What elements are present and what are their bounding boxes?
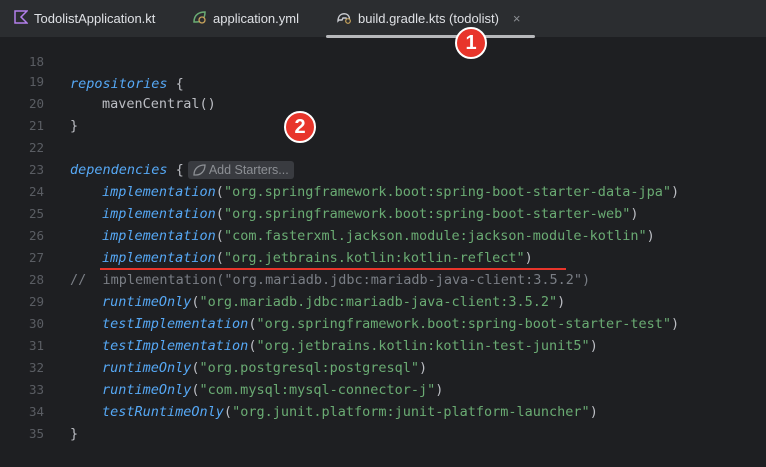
spring-config-icon	[192, 10, 207, 27]
code-line: 32 runtimeOnly("com.mysql:mysql-connecto…	[0, 335, 766, 398]
code-line: 25 implementation("com.fasterxml.jackson…	[0, 181, 766, 244]
code-line: 22 dependencies {Add Starters...	[0, 115, 766, 179]
gradle-icon	[336, 10, 352, 27]
code-line: 24 implementation("org.springframework.b…	[0, 159, 766, 222]
code-line: 21	[0, 93, 766, 133]
code-line: 28 runtimeOnly("org.mariadb.jdbc:mariadb…	[0, 247, 766, 310]
code-line: 27 // implementation("org.mariadb.jdbc:m…	[0, 225, 766, 288]
code-line: 26 implementation("org.jetbrains.kotlin:…	[0, 203, 766, 266]
tab-label: application.yml	[213, 11, 299, 26]
code-line: 18 repositories {	[0, 29, 766, 92]
code-line: 19 mavenCentral()	[0, 49, 766, 112]
code-line: 30 testImplementation("org.jetbrains.kot…	[0, 291, 766, 354]
code-line: 34 }	[0, 379, 766, 442]
code-editor[interactable]: 18 repositories { 19 mavenCentral() 20 }…	[0, 38, 766, 442]
code-line: 33 testRuntimeOnly("org.junit.platform:j…	[0, 357, 766, 420]
close-tab-icon[interactable]: ×	[513, 11, 521, 26]
tab-label: TodolistApplication.kt	[34, 11, 156, 26]
code-line: 31 runtimeOnly("org.postgresql:postgresq…	[0, 313, 766, 376]
code-line: 29 testImplementation("org.springframewo…	[0, 269, 766, 332]
tab-label: build.gradle.kts (todolist)	[358, 11, 499, 26]
code-line: 20 }	[0, 71, 766, 134]
code-line: 23 implementation("org.springframework.b…	[0, 137, 766, 200]
annotation-badge-2: 2	[284, 111, 316, 143]
code-token: }	[70, 426, 79, 442]
line-number: 35	[28, 426, 44, 441]
annotation-badge-1: 1	[455, 27, 487, 59]
kotlin-file-icon	[14, 10, 29, 27]
code-line: 35	[0, 401, 766, 441]
